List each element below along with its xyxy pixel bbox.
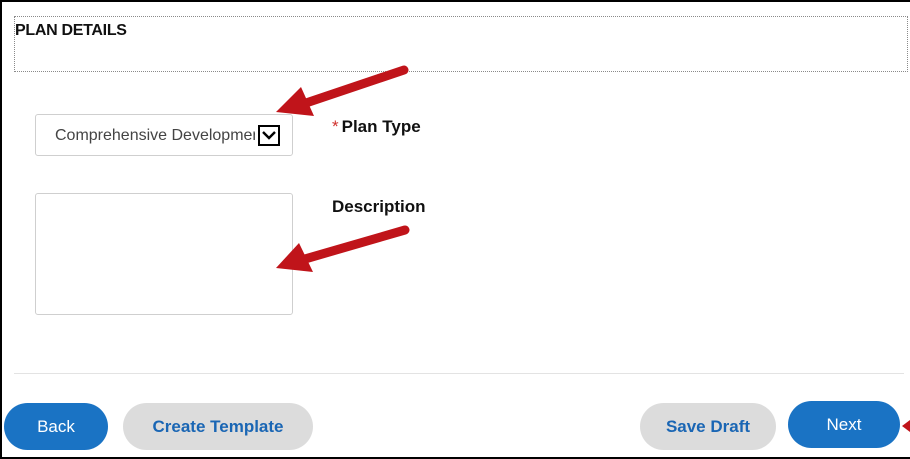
annotation-arrow-plan-type — [276, 65, 409, 116]
annotation-overlay — [276, 65, 910, 432]
annotation-arrow-next — [902, 420, 910, 432]
annotation-arrow-description — [276, 225, 410, 272]
